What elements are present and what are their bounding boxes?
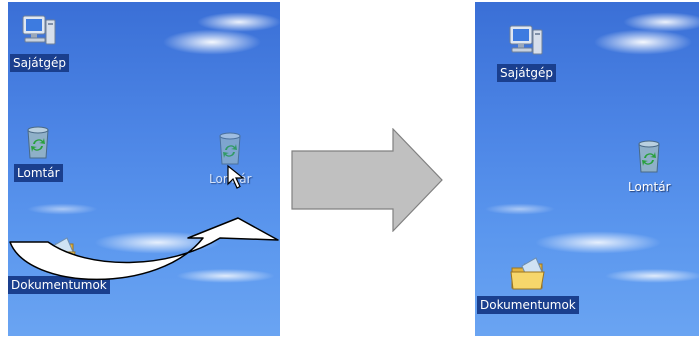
icon-label: Lomtár	[14, 164, 63, 182]
desktop-before-panel: Sajátgép Lomtár Lomtár Dokumentumok	[8, 2, 280, 336]
icon-label: Dokumentumok	[477, 296, 579, 314]
desktop-icon-documents[interactable]: Dokumentumok	[477, 254, 579, 314]
desktop-icon-recycle-bin[interactable]: Lomtár	[625, 136, 674, 196]
transition-arrow	[291, 128, 443, 232]
icon-label: Dokumentumok	[8, 276, 110, 294]
folder-icon	[41, 237, 76, 270]
desktop-icon-documents[interactable]: Dokumentumok	[8, 234, 110, 294]
desktop-icon-my-computer[interactable]: Sajátgép	[10, 12, 69, 72]
computer-icon	[22, 15, 56, 45]
desktop-icon-my-computer[interactable]: Sajátgép	[497, 22, 556, 82]
mouse-cursor-icon	[227, 164, 245, 189]
recycle-bin-icon	[638, 140, 660, 173]
desktop-icon-recycle-bin[interactable]: Lomtár	[14, 122, 63, 182]
recycle-bin-icon	[27, 126, 49, 159]
icon-label: Sajátgép	[497, 64, 556, 82]
computer-icon	[509, 25, 543, 55]
desktop-after-panel: Sajátgép Lomtár Dokumentumok	[475, 2, 699, 336]
recycle-bin-icon	[219, 132, 241, 165]
icon-label: Lomtár	[628, 180, 671, 194]
folder-icon	[510, 257, 545, 290]
icon-label: Sajátgép	[10, 54, 69, 72]
